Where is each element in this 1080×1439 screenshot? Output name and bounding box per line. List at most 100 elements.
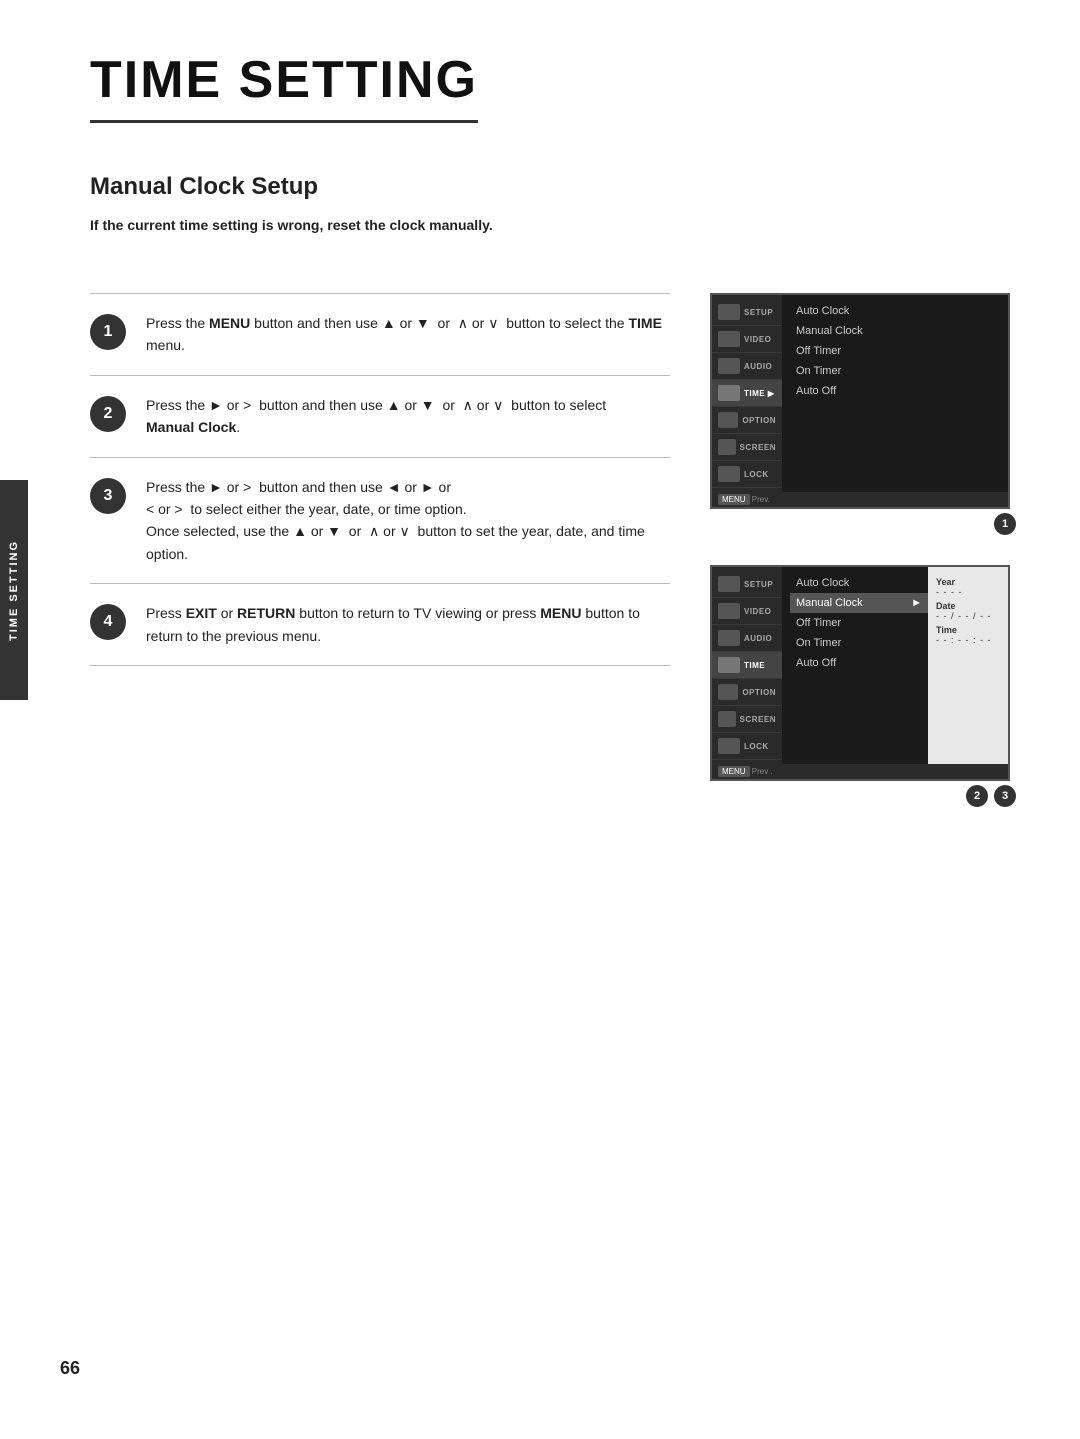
time-icon-2 bbox=[718, 657, 740, 673]
tv-submenu-year-value: - - - - bbox=[936, 587, 1000, 597]
step-3: 3 Press the ► or > button and then use ◄… bbox=[90, 457, 670, 584]
tv-sidebar-2-setup-label: SETUP bbox=[744, 580, 773, 589]
tv-submenu-date-value: - - / - - / - - bbox=[936, 611, 1000, 621]
tv-menu-2-main: Auto Clock Manual Clock ► Off Timer On T… bbox=[782, 567, 928, 764]
screen-2-badge: 2 3 bbox=[710, 785, 1020, 807]
tv-menu-2-footer: MENU Prev . bbox=[712, 764, 1008, 779]
tv-menu-1-footer: MENU Prev. bbox=[712, 492, 1008, 507]
tv-menu-manual-clock: Manual Clock bbox=[790, 321, 1000, 341]
tv-submenu-time-value: - - : - - : - - bbox=[936, 635, 1000, 645]
tv-sidebar-2-video-label: VIDEO bbox=[744, 607, 771, 616]
tv-sidebar-screen: SCREEN bbox=[712, 434, 782, 461]
step-3-text: Press the ► or > button and then use ◄ o… bbox=[146, 476, 670, 566]
tv-sidebar-2-audio: AUDIO bbox=[712, 625, 782, 652]
tv-sidebar-video-label: VIDEO bbox=[744, 335, 771, 344]
tv-sidebar-2-video: VIDEO bbox=[712, 598, 782, 625]
screenshots-column: SETUP VIDEO AUDIO bbox=[710, 293, 1020, 807]
tv-sidebar-audio-label: AUDIO bbox=[744, 362, 772, 371]
tv-sidebar-audio: AUDIO bbox=[712, 353, 782, 380]
audio-icon bbox=[718, 358, 740, 374]
time-icon bbox=[718, 385, 740, 401]
tv-sidebar-time-label: TIME ▶ bbox=[744, 389, 774, 398]
badge-3: 3 bbox=[994, 785, 1016, 807]
step-1-text: Press the MENU button and then use ▲ or … bbox=[146, 312, 670, 357]
main-content: TIME SETTING Manual Clock Setup If the c… bbox=[50, 0, 1080, 887]
tv-sidebar-option: OPTION bbox=[712, 407, 782, 434]
section-subtitle: If the current time setting is wrong, re… bbox=[90, 217, 1020, 233]
setup-icon-2 bbox=[718, 576, 740, 592]
tv-menu-1-sidebar: SETUP VIDEO AUDIO bbox=[712, 295, 782, 492]
step-1: 1 Press the MENU button and then use ▲ o… bbox=[90, 293, 670, 375]
tv-sidebar-2-time: TIME bbox=[712, 652, 782, 679]
tv-menu-auto-clock: Auto Clock bbox=[790, 301, 1000, 321]
tv-sidebar-2-option-label: OPTION bbox=[742, 688, 776, 697]
tv-submenu-time-label: Time bbox=[936, 625, 1000, 635]
screen-1-container: SETUP VIDEO AUDIO bbox=[710, 293, 1020, 535]
option-icon-2 bbox=[718, 684, 738, 700]
tv-sidebar-setup: SETUP bbox=[712, 299, 782, 326]
tv-menu-off-timer: Off Timer bbox=[790, 341, 1000, 361]
content-layout: 1 Press the MENU button and then use ▲ o… bbox=[90, 293, 1020, 807]
step-4: 4 Press EXIT or RETURN button to return … bbox=[90, 583, 670, 666]
tv-footer-prev-label: Prev. bbox=[752, 495, 770, 504]
step-2-circle: 2 bbox=[90, 396, 126, 432]
tv-sidebar-time: TIME ▶ bbox=[712, 380, 782, 407]
tv-menu-2-off-timer: Off Timer bbox=[790, 613, 928, 633]
page-number: 66 bbox=[60, 1358, 80, 1379]
tv-menu-2-arrow: ► bbox=[911, 597, 922, 609]
page-title: TIME SETTING bbox=[90, 50, 478, 123]
tv-sidebar-2-screen: SCREEN bbox=[712, 706, 782, 733]
step-3-circle: 3 bbox=[90, 478, 126, 514]
video-icon bbox=[718, 331, 740, 347]
step-1-circle: 1 bbox=[90, 314, 126, 350]
audio-icon-2 bbox=[718, 630, 740, 646]
screen-1-badge: 1 bbox=[710, 513, 1020, 535]
tv-menu-1: SETUP VIDEO AUDIO bbox=[710, 293, 1010, 509]
steps-column: 1 Press the MENU button and then use ▲ o… bbox=[90, 293, 670, 666]
video-icon-2 bbox=[718, 603, 740, 619]
step-4-text: Press EXIT or RETURN button to return to… bbox=[146, 602, 670, 647]
tv-menu-1-inner: SETUP VIDEO AUDIO bbox=[712, 295, 1008, 492]
tv-footer-2-prev-label: Prev . bbox=[752, 767, 773, 776]
tv-sidebar-2-lock-label: LOCK bbox=[744, 742, 769, 751]
tv-menu-on-timer: On Timer bbox=[790, 361, 1000, 381]
tv-sidebar-lock: LOCK bbox=[712, 461, 782, 488]
tv-sidebar-2-setup: SETUP bbox=[712, 571, 782, 598]
tv-sidebar-video: VIDEO bbox=[712, 326, 782, 353]
screen-icon-2 bbox=[718, 711, 736, 727]
tv-sidebar-2-lock: LOCK bbox=[712, 733, 782, 760]
steps-list: 1 Press the MENU button and then use ▲ o… bbox=[90, 293, 670, 666]
tv-submenu-date-label: Date bbox=[936, 601, 1000, 611]
tv-sidebar-2-time-label: TIME bbox=[744, 661, 765, 670]
step-4-circle: 4 bbox=[90, 604, 126, 640]
tv-sidebar-2-screen-label: SCREEN bbox=[740, 715, 776, 724]
side-tab-label: TIME SETTING bbox=[8, 540, 20, 641]
step-2-text: Press the ► or > button and then use ▲ o… bbox=[146, 394, 670, 439]
step-2: 2 Press the ► or > button and then use ▲… bbox=[90, 375, 670, 457]
screen-2-container: SETUP VIDEO AUDIO bbox=[710, 565, 1020, 807]
tv-menu-2-on-timer: On Timer bbox=[790, 633, 928, 653]
tv-menu-2-sidebar: SETUP VIDEO AUDIO bbox=[712, 567, 782, 764]
tv-menu-2-manual-clock: Manual Clock ► bbox=[790, 593, 928, 613]
tv-sidebar-option-label: OPTION bbox=[742, 416, 776, 425]
tv-footer-menu-label: MENU bbox=[718, 494, 750, 505]
tv-sidebar-screen-label: SCREEN bbox=[740, 443, 776, 452]
tv-sidebar-2-audio-label: AUDIO bbox=[744, 634, 772, 643]
badge-2: 2 bbox=[966, 785, 988, 807]
setup-icon bbox=[718, 304, 740, 320]
side-tab: TIME SETTING bbox=[0, 480, 28, 700]
option-icon bbox=[718, 412, 738, 428]
tv-menu-2-manual-clock-label: Manual Clock bbox=[796, 597, 863, 609]
tv-sidebar-2-option: OPTION bbox=[712, 679, 782, 706]
tv-sidebar-lock-label: LOCK bbox=[744, 470, 769, 479]
tv-sidebar-setup-label: SETUP bbox=[744, 308, 773, 317]
section-heading: Manual Clock Setup bbox=[90, 173, 1020, 201]
lock-icon-2 bbox=[718, 738, 740, 754]
tv-menu-1-main: Auto Clock Manual Clock Off Timer On Tim… bbox=[782, 295, 1008, 492]
tv-submenu-year-label: Year bbox=[936, 577, 1000, 587]
tv-submenu: Year - - - - Date - - / - - / - - Time -… bbox=[928, 567, 1008, 764]
tv-menu-2-auto-clock: Auto Clock bbox=[790, 573, 928, 593]
badge-1: 1 bbox=[994, 513, 1016, 535]
screen-icon bbox=[718, 439, 736, 455]
lock-icon bbox=[718, 466, 740, 482]
